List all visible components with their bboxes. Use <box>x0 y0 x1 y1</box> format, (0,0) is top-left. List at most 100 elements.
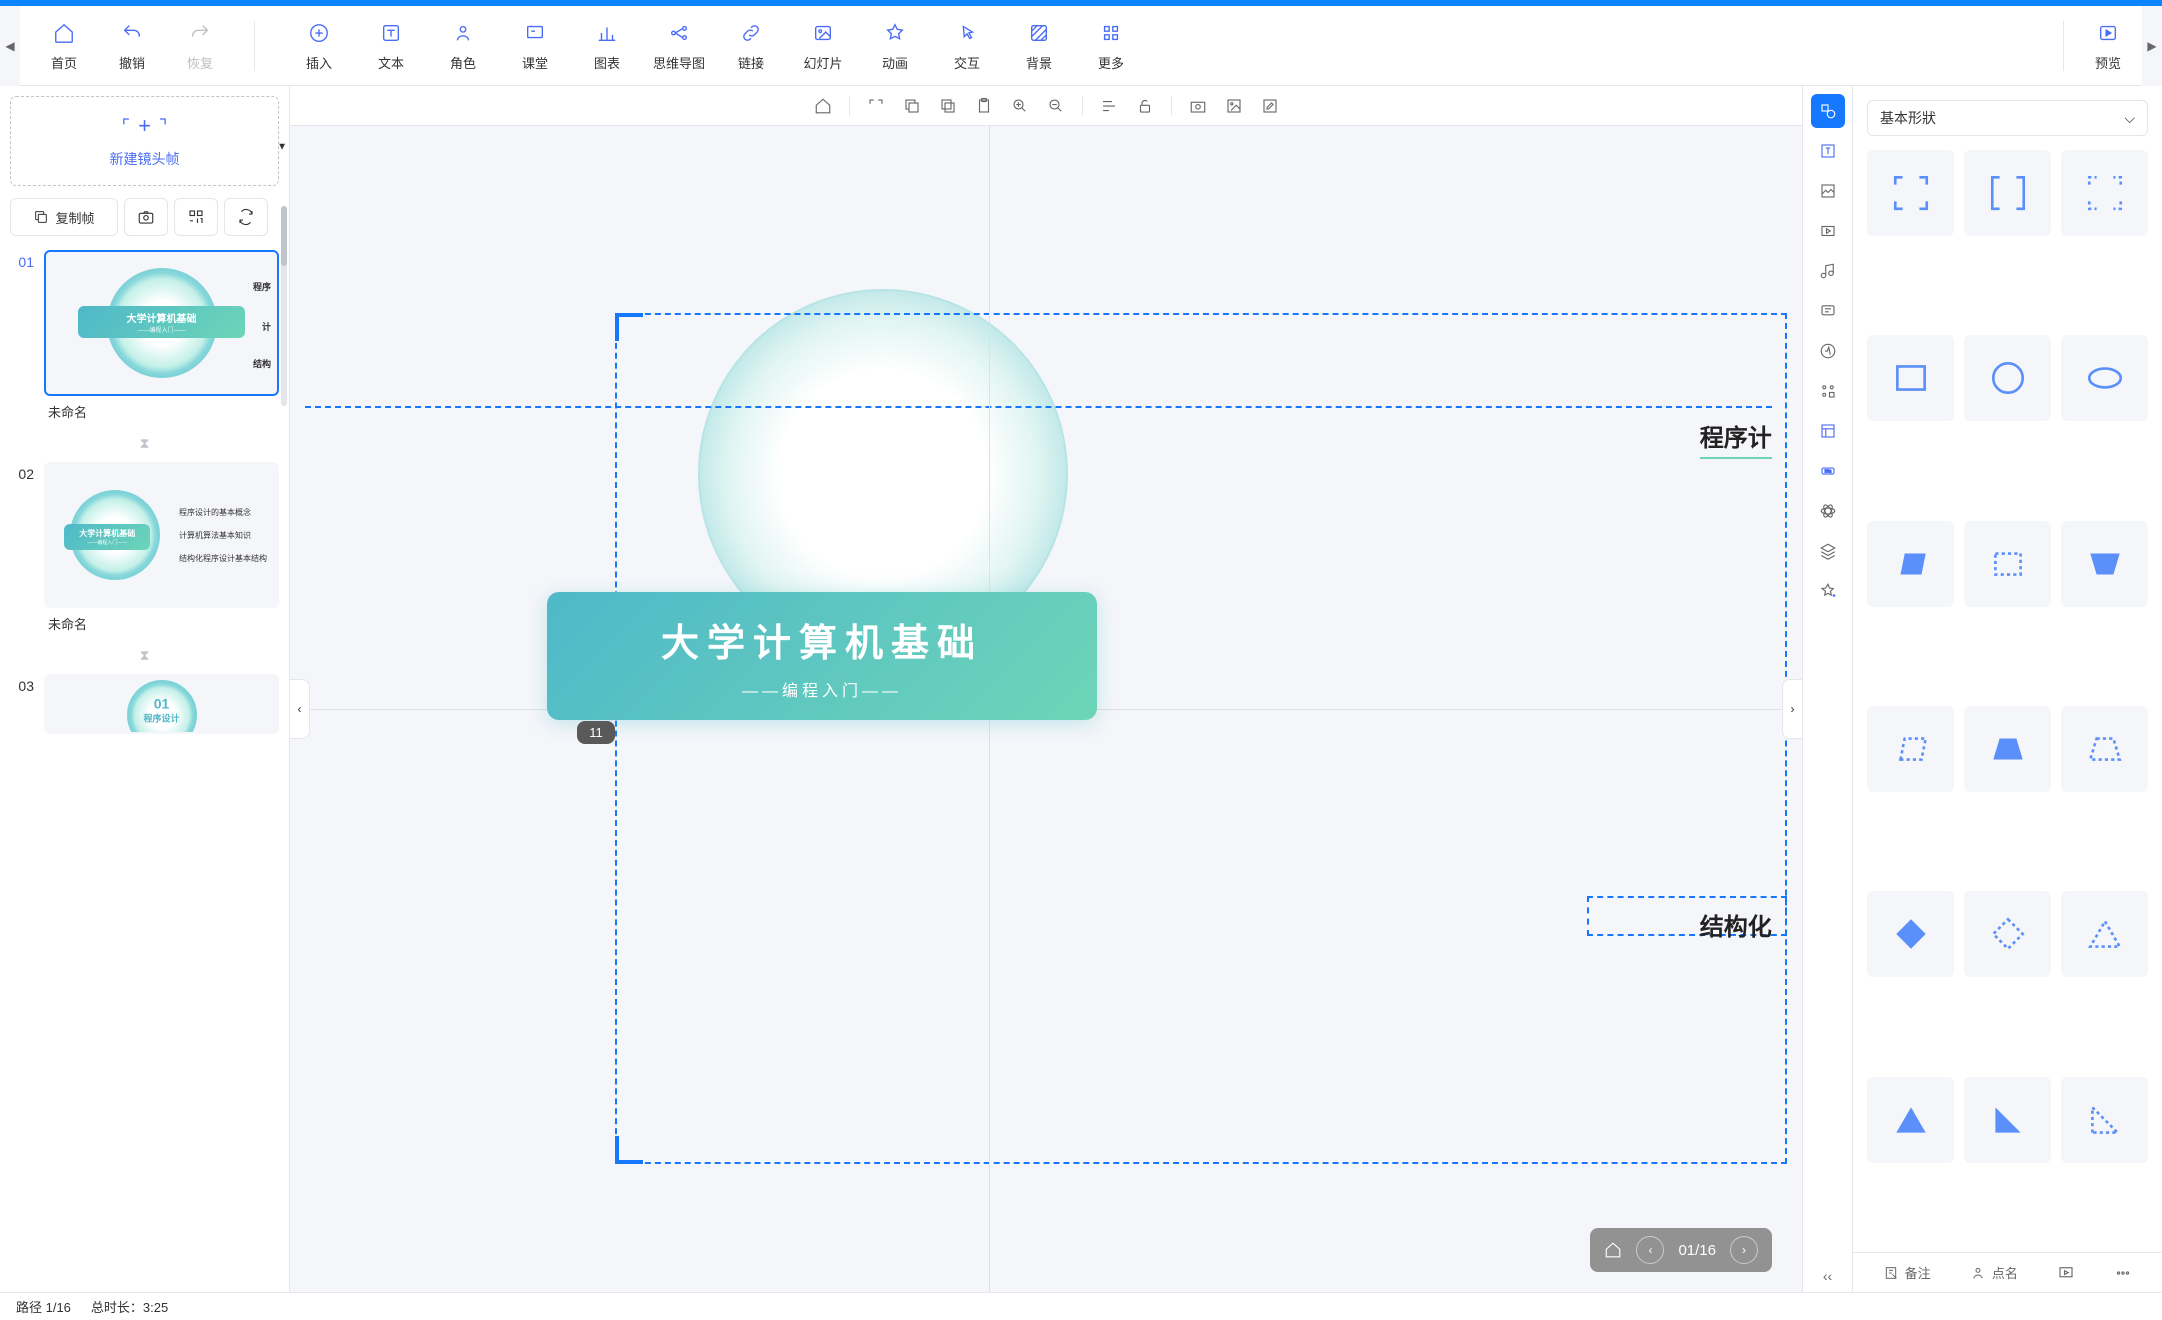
present-button[interactable] <box>2057 1264 2075 1282</box>
link-button[interactable]: 链接 <box>717 11 785 81</box>
collapse-right-panel[interactable]: › <box>1782 679 1802 739</box>
canvas-frame-button[interactable] <box>860 90 892 122</box>
canvas-paste-button[interactable] <box>968 90 1000 122</box>
mindmap-button[interactable]: 思维导图 <box>645 11 713 81</box>
shape-diamond-dashed[interactable] <box>1964 891 2051 977</box>
rollcall-button[interactable]: 点名 <box>1970 1263 2018 1282</box>
canvas-label-2[interactable]: 结构化 <box>1700 907 1772 942</box>
canvas-home-button[interactable] <box>807 90 839 122</box>
slide-item-2[interactable]: 02 大学计算机基础——编程入门—— 程序设计的基本概念 计算机算法基本知识 结… <box>10 462 279 639</box>
shape-rect-dashed[interactable] <box>1964 521 2051 607</box>
toolbar-scroll-right[interactable]: ▶ <box>2142 6 2162 86</box>
shape-trapezoid-inv[interactable] <box>2061 521 2148 607</box>
animation-button[interactable]: 动画 <box>861 11 929 81</box>
character-button[interactable]: 角色 <box>429 11 497 81</box>
shape-right-triangle-dashed[interactable] <box>2061 1077 2148 1163</box>
more-button[interactable]: 更多 <box>1077 11 1145 81</box>
qr-button[interactable] <box>174 198 218 236</box>
present-icon <box>2057 1264 2075 1282</box>
new-frame-button[interactable]: ⌜+⌝ 新建镜头帧 <box>10 96 279 186</box>
tool-shapes[interactable] <box>1811 94 1845 128</box>
shape-frame-dashed[interactable] <box>2061 150 2148 236</box>
copy-frame-button[interactable]: 复制帧 <box>10 198 118 236</box>
nav-home-icon[interactable] <box>1604 1241 1622 1259</box>
canvas-img-button[interactable] <box>1218 90 1250 122</box>
shape-triangle[interactable] <box>1867 1077 1954 1163</box>
tool-button[interactable]: Btn <box>1811 454 1845 488</box>
right-tools-collapse[interactable]: ‹‹ <box>1823 1268 1832 1284</box>
undo-button[interactable]: 撤销 <box>98 11 166 81</box>
shape-triangle-dashed[interactable] <box>2061 891 2148 977</box>
notes-button[interactable]: 备注 <box>1883 1263 1931 1282</box>
canvas-viewport[interactable]: 大学计算机基础 ——编程入门—— 11 程序计 结构化 ‹ › ‹ 01/16 … <box>290 126 1802 1292</box>
canvas-align-button[interactable] <box>1093 90 1125 122</box>
shape-rectangle[interactable] <box>1867 335 1954 421</box>
shape-trapezoid[interactable] <box>1964 706 2051 792</box>
chart-button[interactable]: 图表 <box>573 11 641 81</box>
tool-template[interactable] <box>1811 414 1845 448</box>
canvas-copy-button[interactable] <box>896 90 928 122</box>
background-button[interactable]: 背景 <box>1005 11 1073 81</box>
svg-text:Btn: Btn <box>1824 469 1831 474</box>
tool-audio[interactable] <box>1811 254 1845 288</box>
shapes-icon <box>1819 102 1837 120</box>
tool-video[interactable] <box>1811 214 1845 248</box>
left-scrollbar[interactable] <box>281 206 287 406</box>
canvas-title[interactable]: 大学计算机基础 <box>661 612 983 667</box>
shape-diamond[interactable] <box>1867 891 1954 977</box>
person-icon <box>1970 1265 1986 1281</box>
status-duration: 总时长：3:25 <box>91 1297 168 1316</box>
camera-button[interactable] <box>124 198 168 236</box>
tool-comment[interactable] <box>1811 294 1845 328</box>
footer-more-button[interactable] <box>2114 1264 2132 1282</box>
shape-frame-solid[interactable] <box>1867 150 1954 236</box>
canvas-camera-button[interactable] <box>1182 90 1214 122</box>
shape-brackets[interactable] <box>1964 150 2051 236</box>
shape-ellipse[interactable] <box>2061 335 2148 421</box>
tool-atom[interactable] <box>1811 494 1845 528</box>
tool-layers[interactable] <box>1811 534 1845 568</box>
music-icon <box>1819 262 1837 280</box>
canvas-clone-button[interactable] <box>932 90 964 122</box>
preview-button[interactable]: 预览 <box>2074 11 2142 81</box>
new-frame-dropdown[interactable]: ▼ <box>277 142 287 153</box>
interaction-button[interactable]: 交互 <box>933 11 1001 81</box>
align-icon <box>1100 97 1118 115</box>
shape-trapezoid-dashed[interactable] <box>2061 706 2148 792</box>
shape-parallelogram[interactable] <box>1867 521 1954 607</box>
class-icon <box>524 19 546 47</box>
component-icon <box>1819 382 1837 400</box>
nav-next-button[interactable]: › <box>1730 1236 1758 1264</box>
toolbar-scroll-left[interactable]: ◀ <box>0 6 20 86</box>
canvas-zoom-in-button[interactable] <box>1004 90 1036 122</box>
tool-component[interactable] <box>1811 374 1845 408</box>
canvas-label-1[interactable]: 程序计 <box>1700 418 1772 459</box>
tool-image[interactable] <box>1811 174 1845 208</box>
canvas-zoom-out-button[interactable] <box>1040 90 1072 122</box>
sync-button[interactable] <box>224 198 268 236</box>
text-box-icon <box>1819 142 1837 160</box>
more-icon <box>2114 1264 2132 1282</box>
chevron-down-icon: ⌵ <box>2124 110 2135 127</box>
tool-favorite[interactable] <box>1811 574 1845 608</box>
shape-right-triangle[interactable] <box>1964 1077 2051 1163</box>
shape-category-select[interactable]: 基本形狀 ⌵ <box>1867 100 2148 136</box>
shape-parallelogram-dashed[interactable] <box>1867 706 1954 792</box>
home-button[interactable]: 首页 <box>30 11 98 81</box>
star-plus-icon <box>1819 582 1837 600</box>
tool-formula[interactable] <box>1811 334 1845 368</box>
classroom-button[interactable]: 课堂 <box>501 11 569 81</box>
collapse-left-panel[interactable]: ‹ <box>290 679 310 739</box>
tool-text[interactable] <box>1811 134 1845 168</box>
insert-button[interactable]: 插入 <box>285 11 353 81</box>
nav-prev-button[interactable]: ‹ <box>1636 1236 1664 1264</box>
slideshow-button[interactable]: 幻灯片 <box>789 11 857 81</box>
redo-button[interactable]: 恢复 <box>166 11 234 81</box>
shape-circle[interactable] <box>1964 335 2051 421</box>
slide-item-1[interactable]: 01 大学计算机基础——编程入门—— 程序 计 结构 未命名 <box>10 250 279 427</box>
canvas-subtitle[interactable]: ——编程入门—— <box>742 677 902 701</box>
slide-item-3[interactable]: 03 01 程序设计 <box>10 674 279 734</box>
canvas-lock-button[interactable] <box>1129 90 1161 122</box>
canvas-edit-button[interactable] <box>1254 90 1286 122</box>
text-button[interactable]: 文本 <box>357 11 425 81</box>
